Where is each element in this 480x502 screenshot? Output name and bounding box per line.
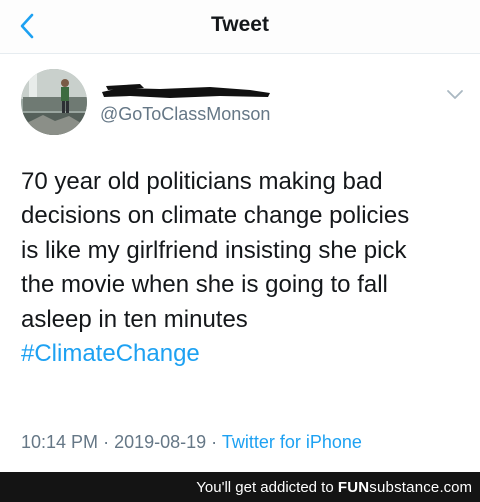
tweet-options-button[interactable]: [446, 88, 464, 102]
avatar[interactable]: [21, 69, 87, 135]
footer-brand-light: substance: [369, 479, 440, 496]
tweet-text-line: is like my girlfriend insisting she pick: [21, 236, 407, 264]
tweet-text-line: asleep in ten minutes: [21, 305, 248, 333]
tweet-source-link[interactable]: Twitter for iPhone: [222, 432, 362, 452]
avatar-photo: [21, 69, 87, 135]
tweet-text-line: 70 year old politicians making bad: [21, 168, 383, 195]
tweet-text: 70 year old politicians making bad decis…: [21, 165, 471, 371]
tweet-date: 2019-08-19: [114, 432, 207, 452]
tweet-time: 10:14 PM: [21, 432, 99, 452]
hashtag-link[interactable]: #ClimateChange: [21, 337, 471, 371]
meta-separator: ·: [103, 432, 110, 452]
watermark-footer: You'll get addicted to FUNsubstance.com: [0, 472, 480, 502]
page-title: Tweet: [211, 13, 269, 36]
footer-text: You'll get addicted to FUNsubstance.com: [196, 479, 472, 496]
nav-bar: Tweet: [0, 0, 480, 54]
meta-separator: ·: [211, 432, 218, 452]
user-handle[interactable]: @GoToClassMonson: [100, 104, 270, 125]
tweet-text-line: decisions on climate change policies: [21, 202, 410, 230]
chevron-down-icon: [447, 90, 463, 99]
footer-brand-suffix: .com: [439, 479, 472, 496]
tweet-text-line: the movie when she is going to fall: [21, 271, 388, 299]
footer-tagline: You'll get addicted to: [196, 479, 334, 496]
footer-brand-bold: FUN: [337, 479, 370, 496]
redacted-display-name: [102, 84, 270, 98]
tweet-header: @GoToClassMonson: [0, 55, 480, 145]
tweet-meta: 10:14 PM · 2019-08-19 · Twitter for iPho…: [21, 432, 362, 453]
